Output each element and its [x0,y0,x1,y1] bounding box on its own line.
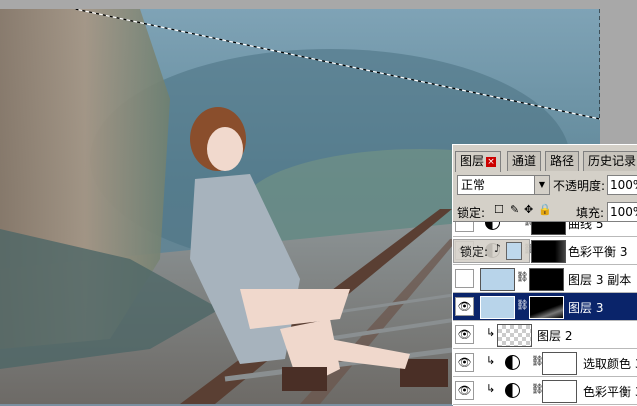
mask-thumbnail [531,222,566,235]
layer-row-layer-3-copy[interactable]: ⛓ 图层 3 副本 [453,265,637,293]
layer-row-layer-2[interactable]: 👁 ↳ 图层 2 [453,321,637,349]
layers-panel: 图层× 通道 路径 历史记录 正常 ▼ 不透明度: 100% 锁定: ☐ ✎ ✥… [452,144,637,406]
tab-paths-label: 路径 [550,154,575,168]
layer-name: 色彩平衡 3 [568,245,628,259]
canvas-background-area [600,0,637,150]
tab-history-label: 历史记录 [588,154,637,168]
mask-thumbnail [542,380,577,403]
mask-thumbnail [529,296,564,319]
opacity-input[interactable]: 100% [607,175,637,195]
adjustment-icon [505,355,520,370]
layer-name: 选取颜色 3 [583,357,637,371]
eye-icon[interactable]: 👁 [455,381,474,400]
mask-thumbnail [542,352,577,375]
chevron-down-icon[interactable]: ▼ [534,176,549,194]
mask-thumbnail [531,240,566,263]
fill-label: 填充: [576,206,605,220]
layer-name: 图层 3 [568,301,604,315]
drag-lock-label: 锁定: [460,245,489,259]
layer-name: 图层 3 副本 [568,273,632,287]
lock-transparent-icon[interactable]: ☐ [494,203,504,216]
tab-layers[interactable]: 图层 × [455,151,502,172]
tab-layers-label: 图层 [460,154,485,168]
tab-paths[interactable]: 路径 [545,151,580,171]
lock-row: 锁定: ☐ ✎ ✥ 🔒 填充: 100% [457,202,637,222]
layer-row-selective-color-3[interactable]: 👁 ↳ ⛓ 选取颜色 3 [453,349,637,377]
link-icon: ⛓ [516,272,529,283]
eye-icon[interactable]: 👁 [455,353,474,372]
layer-name: 图层 2 [537,329,573,343]
layer-thumbnail [480,296,515,319]
blend-mode-value: 正常 [461,178,486,192]
layer-row-curves-5[interactable]: ⛓ 曲线 5 [453,221,637,237]
adjustment-icon [485,222,500,230]
clip-arrow-icon: ↳ [486,382,496,395]
clip-arrow-icon: ↳ [486,354,496,367]
close-icon[interactable]: × [486,156,497,167]
mask-thumbnail [529,268,564,291]
layer-thumbnail [506,242,522,260]
layer-row-color-balance-2[interactable]: 👁 ↳ ⛓ 色彩平衡 3 [453,377,637,405]
drag-ghost: 锁定: ♪ [453,239,530,263]
tab-channels-label: 通道 [512,154,537,168]
lock-move-icon[interactable]: ✥ [524,203,533,216]
layer-row-layer-3[interactable]: 👁 ⛓ 图层 3 [453,293,637,321]
brush-icon: ♪ [494,242,502,255]
lock-paint-icon[interactable]: ✎ [510,203,519,216]
panel-tab-bar: 图层 × 通道 路径 历史记录 [453,151,637,172]
layer-thumbnail [480,268,515,291]
tab-channels[interactable]: 通道 [507,151,542,171]
layer-name: 色彩平衡 3 [583,385,637,399]
adjustment-icon [505,383,520,398]
blend-mode-select[interactable]: 正常 ▼ [457,175,550,195]
fill-input[interactable]: 100% [607,202,637,222]
link-icon: ⛓ [516,300,529,311]
lock-all-icon[interactable]: 🔒 [538,203,552,216]
tab-history[interactable]: 历史记录 [583,151,637,171]
visibility-toggle[interactable] [455,269,474,288]
clip-arrow-icon: ↳ [486,326,496,339]
layer-thumbnail [497,324,532,347]
eye-icon[interactable]: 👁 [455,325,474,344]
lock-label: 锁定: [457,206,486,220]
visibility-toggle[interactable] [455,222,474,232]
layer-name: 曲线 5 [568,221,604,231]
eye-icon[interactable]: 👁 [455,297,474,316]
opacity-label: 不透明度: [553,179,606,193]
